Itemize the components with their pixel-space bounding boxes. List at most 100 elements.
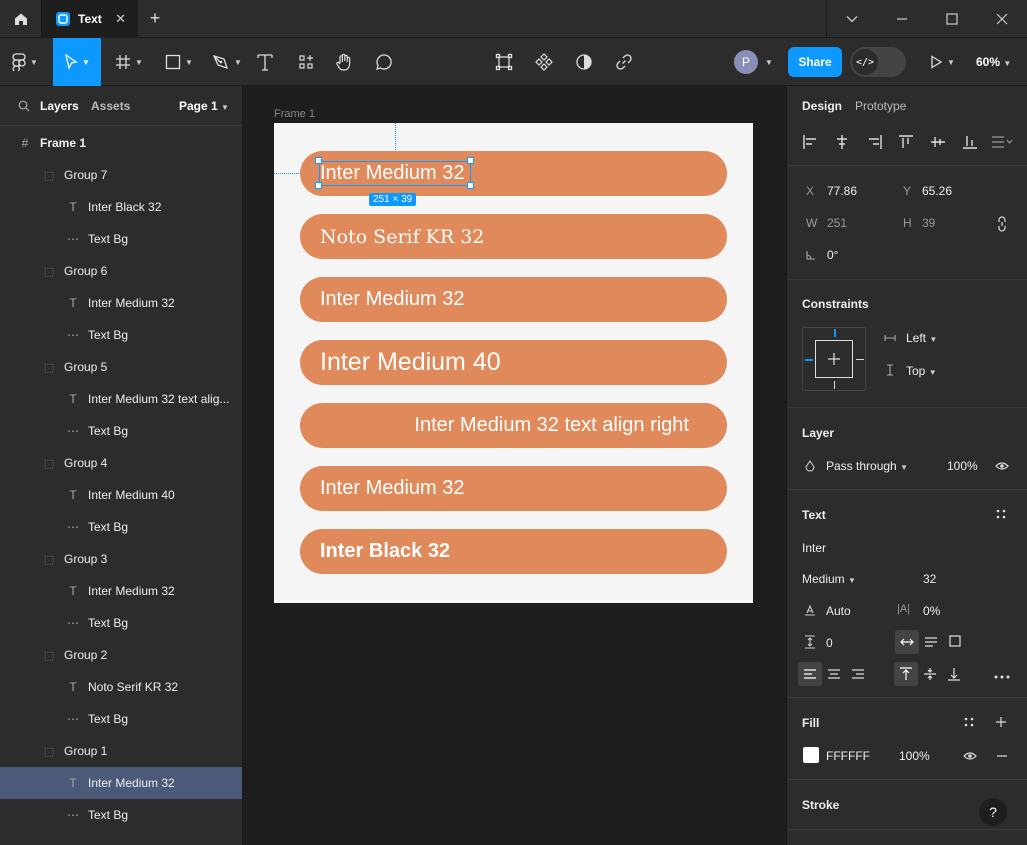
text-pill[interactable]: Inter Medium 32 text align right	[300, 403, 727, 448]
constraint-right-indicator[interactable]	[856, 359, 864, 360]
layer-group-row[interactable]: ⬚ Group 5	[0, 351, 242, 383]
align-right-icon[interactable]	[867, 134, 883, 150]
vertical-align-top-button[interactable]	[894, 662, 918, 686]
layer-row[interactable]: ⋯ Text Bg	[0, 703, 242, 735]
horizontal-constraint-select[interactable]: Left ▼	[906, 331, 937, 345]
home-button[interactable]	[0, 0, 42, 38]
align-left-icon[interactable]	[802, 134, 818, 150]
auto-width-button[interactable]	[895, 630, 919, 654]
vertical-constraint-select[interactable]: Top ▼	[906, 364, 937, 378]
font-weight-select[interactable]: Medium ▼	[802, 572, 856, 586]
help-button[interactable]: ?	[979, 798, 1007, 826]
close-window-button[interactable]	[977, 0, 1027, 38]
w-input[interactable]: 251	[827, 216, 847, 230]
h-input[interactable]: 39	[922, 216, 935, 230]
frame-1[interactable]: Inter Medium 32 Noto Serif KR 32 Inter Med…	[274, 123, 753, 603]
dev-mode-toggle[interactable]: </>	[850, 47, 906, 77]
shape-tool[interactable]: ▼	[158, 38, 200, 86]
crop-frame-button[interactable]	[493, 38, 515, 86]
layer-group-row[interactable]: ⬚ Group 3	[0, 543, 242, 575]
auto-height-icon[interactable]	[924, 636, 938, 648]
frame-label[interactable]: Frame 1	[274, 108, 315, 120]
chevron-down-icon[interactable]: ▼	[765, 58, 773, 67]
zoom-level[interactable]: 60% ▼	[976, 55, 1011, 69]
resize-handle[interactable]	[467, 182, 474, 189]
pen-tool[interactable]: ▼	[206, 38, 248, 86]
text-pill[interactable]: Inter Medium 32	[300, 277, 727, 322]
tab-assets[interactable]: Assets	[91, 99, 130, 113]
layer-row[interactable]: ⋯ Text Bg	[0, 511, 242, 543]
letter-spacing-input[interactable]: 0%	[923, 604, 940, 618]
rotation-input[interactable]: 0°	[827, 248, 838, 262]
minimize-button[interactable]	[877, 0, 927, 38]
text-styles-icon[interactable]	[996, 509, 1006, 519]
layer-row[interactable]: T Inter Medium 32	[0, 287, 242, 319]
layer-row[interactable]: T Inter Medium 32 text alig...	[0, 383, 242, 415]
vertical-align-bottom-icon[interactable]	[947, 667, 961, 681]
constraints-widget[interactable]	[802, 327, 866, 391]
blend-mode-select[interactable]: Pass through ▼	[826, 459, 908, 473]
tab-prototype[interactable]: Prototype	[855, 99, 906, 113]
tabs-menu-button[interactable]	[827, 0, 877, 38]
layer-group-row[interactable]: ⬚ Group 1	[0, 735, 242, 767]
selection-box[interactable]	[319, 161, 471, 186]
layer-row[interactable]: ⋯ Text Bg	[0, 319, 242, 351]
align-vertical-center-icon[interactable]	[930, 134, 946, 150]
text-tool[interactable]	[254, 38, 276, 86]
text-align-right-icon[interactable]	[851, 668, 865, 680]
fill-color-swatch[interactable]	[803, 747, 819, 763]
layer-frame-row[interactable]: # Frame 1	[0, 127, 242, 159]
canvas[interactable]: Frame 1 Inter Medium 32 Noto Serif KR 32 I…	[243, 86, 786, 845]
line-height-input[interactable]: Auto	[826, 604, 851, 618]
layer-row[interactable]: T Noto Serif KR 32	[0, 671, 242, 703]
layer-row[interactable]: T Inter Medium 32	[0, 767, 242, 799]
layer-row[interactable]: T Inter Medium 40	[0, 479, 242, 511]
paragraph-spacing-input[interactable]: 0	[826, 636, 833, 650]
layer-opacity-input[interactable]: 100%	[947, 459, 978, 473]
layer-row[interactable]: T Inter Medium 32	[0, 575, 242, 607]
fill-hex-input[interactable]: FFFFFF	[826, 749, 870, 763]
layer-group-row[interactable]: ⬚ Group 4	[0, 447, 242, 479]
avatar[interactable]: P	[734, 50, 758, 74]
constrain-proportions-icon[interactable]	[997, 216, 1007, 232]
move-tool[interactable]: ▼	[53, 38, 101, 86]
y-input[interactable]: 65.26	[922, 184, 952, 198]
constraint-left-indicator[interactable]	[805, 359, 813, 361]
remove-fill-icon[interactable]	[996, 755, 1008, 757]
search-icon[interactable]	[18, 100, 30, 112]
tab-design[interactable]: Design	[802, 99, 842, 113]
eye-icon[interactable]	[963, 751, 977, 761]
present-button[interactable]: ▼	[924, 38, 960, 86]
new-tab-button[interactable]: +	[148, 9, 162, 27]
layer-group-row[interactable]: ⬚ Group 2	[0, 639, 242, 671]
text-pill[interactable]: Inter Medium 32	[300, 466, 727, 511]
fixed-size-icon[interactable]	[949, 635, 961, 647]
font-family-select[interactable]: Inter	[802, 541, 826, 555]
layer-group-row[interactable]: ⬚ Group 7	[0, 159, 242, 191]
x-input[interactable]: 77.86	[827, 184, 857, 198]
resize-handle[interactable]	[315, 157, 322, 164]
text-pill[interactable]: Noto Serif KR 32	[300, 214, 727, 259]
hand-tool[interactable]	[333, 38, 355, 86]
layer-row[interactable]: ⋯ Text Bg	[0, 223, 242, 255]
frame-tool[interactable]: ▼	[108, 38, 150, 86]
layer-row[interactable]: ⋯ Text Bg	[0, 607, 242, 639]
eye-icon[interactable]	[995, 461, 1009, 471]
comment-tool[interactable]	[373, 38, 395, 86]
constraint-top-indicator[interactable]	[834, 329, 836, 337]
close-tab-icon[interactable]: ✕	[115, 11, 126, 27]
align-top-icon[interactable]	[898, 134, 914, 150]
vertical-align-middle-icon[interactable]	[923, 667, 937, 681]
resize-handle[interactable]	[467, 157, 474, 164]
layer-row[interactable]: T Inter Black 32	[0, 191, 242, 223]
layer-row[interactable]: ⋯ Text Bg	[0, 415, 242, 447]
font-size-input[interactable]: 32	[923, 572, 936, 586]
layer-row[interactable]: ⋯ Text Bg	[0, 799, 242, 831]
text-align-center-icon[interactable]	[827, 668, 841, 680]
distribute-icon[interactable]	[991, 134, 1013, 150]
file-tab[interactable]: Text ✕	[42, 0, 138, 38]
tab-layers[interactable]: Layers	[40, 99, 79, 113]
share-button[interactable]: Share	[788, 47, 842, 77]
component-button[interactable]	[533, 38, 555, 86]
text-align-left-button[interactable]	[798, 662, 822, 686]
